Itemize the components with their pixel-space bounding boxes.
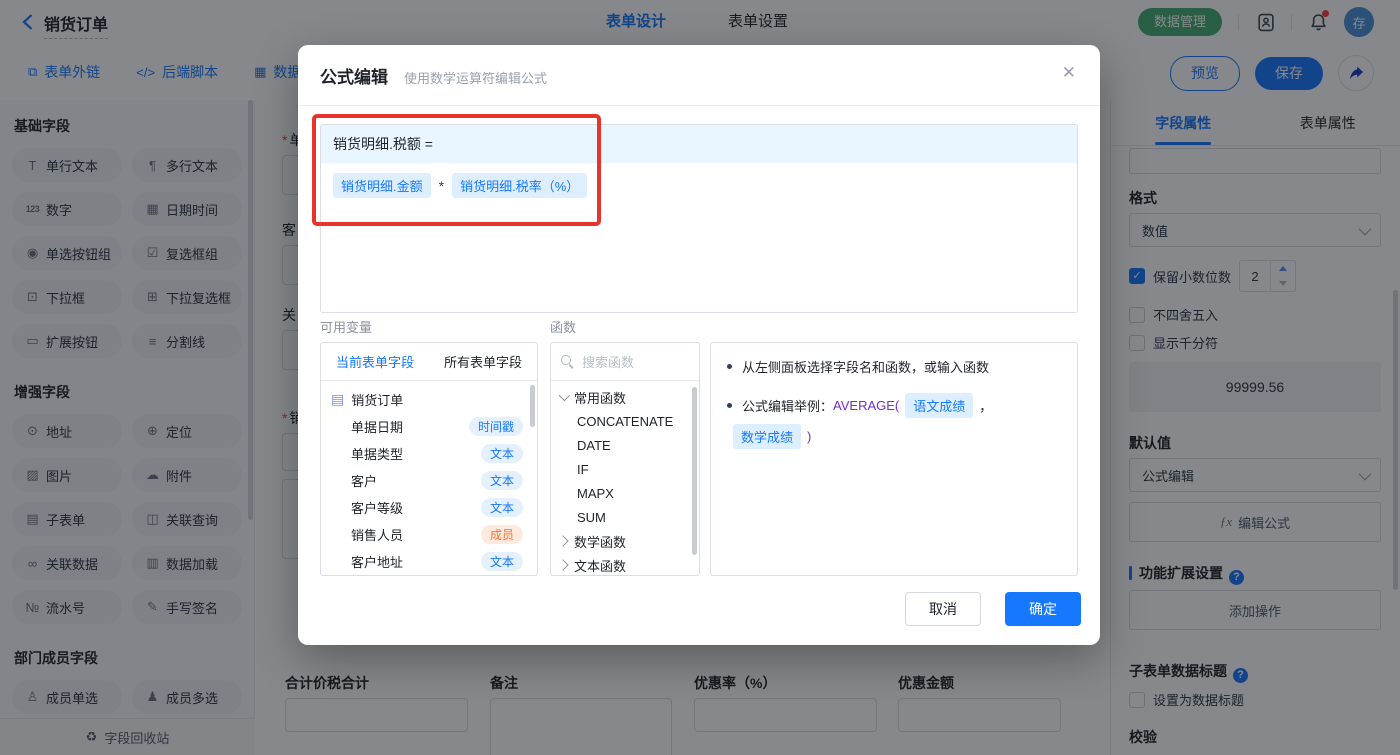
formula-editor[interactable]: 销货明细.税额 = 销货明细.金额 * 销货明细.税率（%）	[320, 124, 1078, 313]
help-tip-1-text: 从左侧面板选择字段名和函数，或输入函数	[742, 360, 990, 375]
variable-name: 单据类型	[351, 447, 404, 462]
form-document-icon: ▤	[331, 391, 345, 407]
variable-type-badge: 时间戳	[468, 417, 523, 436]
function-item[interactable]: MAPX	[551, 481, 699, 505]
function-search-input[interactable]: 搜索函数	[551, 343, 699, 381]
function-item[interactable]: CONCATENATE	[551, 409, 699, 433]
formula-operator: *	[438, 177, 445, 194]
cancel-button[interactable]: 取消	[905, 592, 981, 626]
example-field-chip: 数学成绩	[733, 424, 802, 449]
variable-type-badge: 文本	[480, 552, 523, 571]
function-group-label: 文本函数	[574, 558, 627, 574]
variables-label: 可用变量	[320, 320, 373, 335]
variable-item[interactable]: 客户 文本	[321, 467, 537, 494]
variable-item[interactable]: 单据日期 时间戳	[321, 413, 537, 440]
variable-type-badge: 成员	[480, 525, 523, 544]
function-group-label: 数学函数	[574, 534, 627, 550]
variable-type-badge: 文本	[480, 471, 523, 490]
function-group[interactable]: 数学函数	[551, 529, 699, 553]
formula-operand-chip[interactable]: 销货明细.税率（%）	[452, 173, 588, 198]
variable-name: 客户等级	[351, 501, 404, 516]
confirm-button[interactable]: 确定	[1005, 592, 1081, 626]
variable-item[interactable]: 单据类型 文本	[321, 440, 537, 467]
variable-name: 客户	[351, 474, 378, 489]
function-item[interactable]: DATE	[551, 433, 699, 457]
help-panel: 从左侧面板选择字段名和函数，或输入函数 公式编辑举例： AVERAGE( 语文成…	[710, 342, 1078, 576]
function-group[interactable]: 文本函数	[551, 553, 699, 575]
variable-item[interactable]: 客户等级 文本	[321, 494, 537, 521]
variables-root-label: 销货订单	[351, 393, 404, 408]
dialog-divider	[298, 105, 1100, 106]
variables-panel: 当前表单字段 所有表单字段 ▤ 销货订单 单据日期 时间戳 单据类型 文本 客户 文本 客户等级文…	[320, 342, 538, 576]
bullet-icon	[727, 364, 732, 369]
variables-tab[interactable]: 当前表单字段	[321, 343, 429, 380]
caret-right-icon	[557, 535, 569, 547]
formula-target: 销货明细.税额 =	[321, 125, 1077, 163]
help-example-prefix: 公式编辑举例：	[742, 399, 834, 414]
formula-expression[interactable]: 销货明细.金额 * 销货明细.税率（%）	[321, 163, 1077, 208]
formula-edit-dialog: 公式编辑 使用数学运算符编辑公式 ✕ 销货明细.税额 = 销货明细.金额 * 销货明…	[298, 45, 1100, 645]
variables-scrollbar[interactable]	[530, 385, 535, 427]
functions-scrollbar[interactable]	[692, 387, 697, 555]
variable-item[interactable]: 客户地址 文本	[321, 548, 537, 575]
caret-down-icon	[558, 389, 571, 402]
functions-panel: 搜索函数 常用函数 CONCATENATE DATE IF MAPX SUM 数学函数文本函…	[550, 342, 700, 576]
bullet-icon	[727, 403, 732, 408]
variables-tree: ▤ 销货订单 单据日期 时间戳 单据类型 文本 客户 文本 客户等级 文本 销售人员 成员 客户地址 文本	[321, 381, 537, 575]
variable-item[interactable]: 销售人员 成员	[321, 521, 537, 548]
example-comma: ，	[979, 399, 993, 414]
help-tip-2: 公式编辑举例： AVERAGE( 语文成绩 ， 数学成绩)	[727, 393, 1061, 449]
formula-operand-chip[interactable]: 销货明细.金额	[333, 173, 431, 198]
variables-tabs: 当前表单字段 所有表单字段	[321, 343, 537, 381]
variable-type-badge: 文本	[480, 444, 523, 463]
variable-name: 销售人员	[351, 528, 404, 543]
function-item[interactable]: SUM	[551, 505, 699, 529]
functions-label: 函数	[550, 320, 577, 335]
example-field-chip: 语文成绩	[905, 393, 974, 418]
variable-name: 单据日期	[351, 420, 404, 435]
example-close-paren: )	[807, 429, 812, 444]
functions-tree: 常用函数 CONCATENATE DATE IF MAPX SUM 数学函数文本函数	[551, 381, 699, 575]
function-item[interactable]: IF	[551, 457, 699, 481]
help-example-function: AVERAGE(	[833, 398, 900, 413]
caret-right-icon	[557, 559, 569, 571]
variables-tree-root[interactable]: ▤ 销货订单	[321, 386, 537, 413]
close-icon[interactable]: ✕	[1062, 63, 1076, 83]
function-group-label: 常用函数	[574, 390, 627, 406]
dialog-title: 公式编辑	[320, 68, 388, 87]
app-root: 销货订单 表单设计 表单设置 数据管理 存 ⧉表单外链</>后端脚本▦数据权 预…	[0, 0, 1400, 755]
variables-tab[interactable]: 所有表单字段	[429, 343, 537, 380]
function-group[interactable]: 常用函数	[551, 385, 699, 409]
variable-type-badge: 文本	[480, 498, 523, 517]
search-icon	[561, 355, 574, 368]
variable-name: 客户地址	[351, 555, 404, 570]
dialog-subtitle: 使用数学运算符编辑公式	[404, 71, 548, 86]
help-tip-1: 从左侧面板选择字段名和函数，或输入函数	[727, 357, 1061, 376]
search-placeholder: 搜索函数	[582, 355, 635, 370]
